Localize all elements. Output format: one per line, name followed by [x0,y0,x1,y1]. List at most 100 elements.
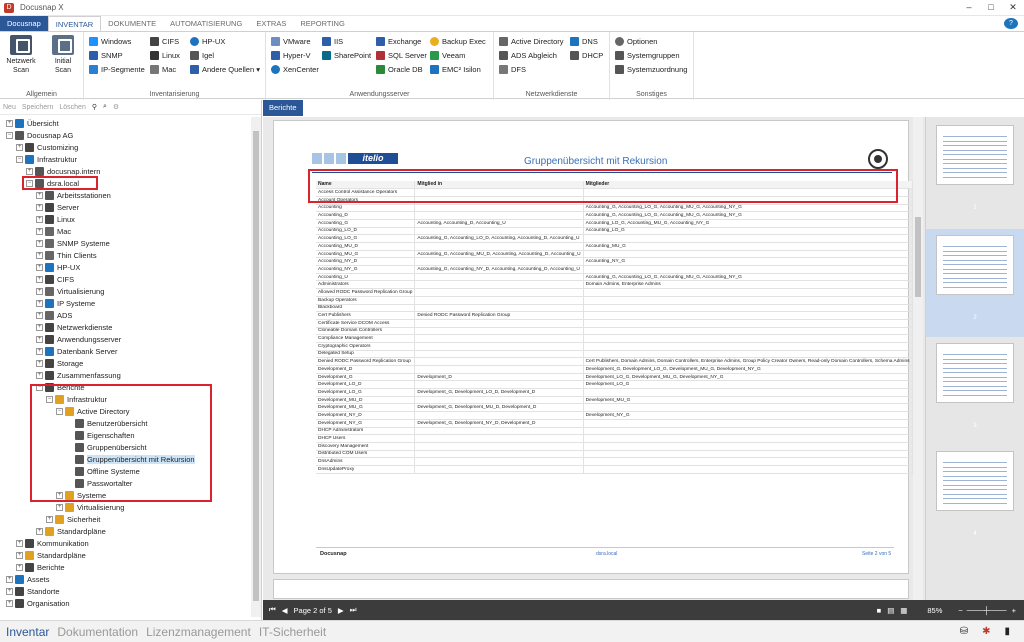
active-directory-button[interactable]: Active Directory [499,36,564,47]
tree-node[interactable]: + Linux [36,213,75,225]
tab-reporting[interactable]: REPORTING [293,16,351,31]
page-thumbnail[interactable] [936,235,1014,295]
tab-dokumente[interactable]: DOKUMENTE [101,16,163,31]
igel-button[interactable]: Igel [190,50,260,61]
tree-node[interactable]: + Datenbank Server [36,345,117,357]
expand-icon[interactable]: + [36,359,43,367]
tree-node[interactable]: + SNMP Systeme [36,237,110,249]
expand-icon[interactable]: + [36,299,43,307]
tree-scrollbar[interactable] [251,117,261,617]
expand-icon[interactable]: + [16,551,23,559]
tree-node[interactable]: + Sicherheit [46,513,100,525]
expand-icon[interactable]: + [36,227,43,235]
nav-inventar[interactable]: Inventar [6,625,49,639]
tree-node[interactable]: + Assets [6,573,50,585]
expand-icon[interactable]: + [16,563,23,571]
next-page-icon[interactable]: ▶ [338,606,344,615]
tree-node[interactable]: + Standorte [6,585,60,597]
xencenter-button[interactable]: XenCenter [271,64,319,75]
nav-it-sicherheit[interactable]: IT-Sicherheit [259,625,326,639]
tree-node[interactable]: + ADS [36,309,72,321]
tree-node[interactable]: + Arbeitsstationen [36,189,111,201]
expand-icon[interactable]: + [36,275,43,283]
vmware-button[interactable]: VMware [271,36,319,47]
new-button[interactable]: Neu [3,104,16,111]
expand-icon[interactable]: + [16,539,23,547]
tree-node[interactable]: + Kommunikation [16,537,89,549]
cifs-button[interactable]: CIFS [150,36,180,47]
expand-icon[interactable]: + [36,311,43,319]
expand-icon[interactable]: + [16,143,23,151]
expand-icon[interactable]: + [36,287,43,295]
snmp-button[interactable]: SNMP [89,50,145,61]
tree-node[interactable]: + Virtualisierung [56,501,124,513]
hyper-v-button[interactable]: Hyper-V [271,50,319,61]
dns-button[interactable]: DNS [570,36,603,47]
collapse-icon[interactable]: − [6,131,13,139]
tree-node[interactable]: + Virtualisierung [36,285,104,297]
collapse-icon[interactable]: − [16,155,23,163]
iis-button[interactable]: IIS [322,36,371,47]
tree-node[interactable]: + Netzwerkdienste [36,321,112,333]
tree-node[interactable]: + Thin Clients [36,249,97,261]
dfs-button[interactable]: DFS [499,64,564,75]
emc-isilon-button[interactable]: EMC² Isilon [430,64,486,75]
optionen-button[interactable]: Optionen [615,36,687,47]
page-thumbnail[interactable] [936,125,1014,185]
expand-icon[interactable]: + [6,575,13,583]
find-icon[interactable]: ⌕ [103,103,107,111]
tree-node[interactable]: + Zusammenfassung [36,369,121,381]
expand-icon[interactable]: + [6,119,13,127]
nav-lizenzmanagement[interactable]: Lizenzmanagement [146,625,251,639]
expand-icon[interactable]: + [36,335,43,343]
tree-node[interactable]: + IP Systeme [36,297,95,309]
prev-page-icon[interactable]: ◀ [282,606,288,615]
maximize-button[interactable]: □ [980,2,1002,13]
notification-icon[interactable]: ✱ [982,626,990,637]
first-page-icon[interactable]: ⏮ [269,605,276,615]
minimize-button[interactable]: – [958,2,980,13]
hp-ux-button[interactable]: HP-UX [190,36,260,47]
tree-node[interactable]: − Docusnap AG [6,129,73,141]
close-button[interactable]: ✕ [1002,2,1024,13]
viewer-scrollbar-thumb[interactable] [915,217,921,297]
mac-button[interactable]: Mac [150,64,180,75]
tree-node[interactable]: + Customizing [16,141,78,153]
tree-scrollbar-thumb[interactable] [253,131,259,601]
tree-node[interactable]: + Standardpläne [36,525,106,537]
dhcp-button[interactable]: DHCP [570,50,603,61]
page-thumbnail[interactable] [936,343,1014,403]
expand-icon[interactable]: + [36,527,43,535]
expand-icon[interactable]: + [36,215,43,223]
expand-icon[interactable]: + [36,263,43,271]
expand-icon[interactable]: + [36,347,43,355]
battery-icon[interactable]: ▮ [1004,626,1010,637]
search-icon[interactable]: ⚲ [92,103,97,111]
expand-icon[interactable]: + [6,587,13,595]
database-icon[interactable]: ⛁ [960,626,968,637]
tree-node[interactable]: + Storage [36,357,83,369]
systemzuordnung-button[interactable]: Systemzuordnung [615,64,687,75]
ip-segmente-button[interactable]: IP-Segmente [89,64,145,75]
systemgruppen-button[interactable]: Systemgruppen [615,50,687,61]
expand-icon[interactable]: + [6,599,13,607]
multi-page-icon[interactable]: ▦ [900,606,907,615]
oracle-db-button[interactable]: Oracle DB [376,64,427,75]
veeam-button[interactable]: Veeam [430,50,486,61]
expand-icon[interactable]: + [36,239,43,247]
exchange-button[interactable]: Exchange [376,36,427,47]
tree-node[interactable]: + Organisation [6,597,70,609]
tab-berichte[interactable]: Berichte [263,100,303,116]
tree-node[interactable]: + Berichte [16,561,65,573]
expand-icon[interactable]: + [36,323,43,331]
delete-button[interactable]: Löschen [59,104,85,111]
tree-node[interactable]: + Mac [36,225,71,237]
viewer-scrollbar[interactable] [913,117,923,600]
netzwerk-scan-button[interactable]: Netzwerk Scan [4,35,38,75]
single-page-icon[interactable]: ■ [877,606,882,615]
page-thumbnail[interactable] [936,451,1014,511]
expand-icon[interactable]: + [36,371,43,379]
zoom-out-icon[interactable]: − [958,606,962,615]
zoom-in-icon[interactable]: + [1012,606,1016,615]
expand-icon[interactable]: + [26,167,33,175]
